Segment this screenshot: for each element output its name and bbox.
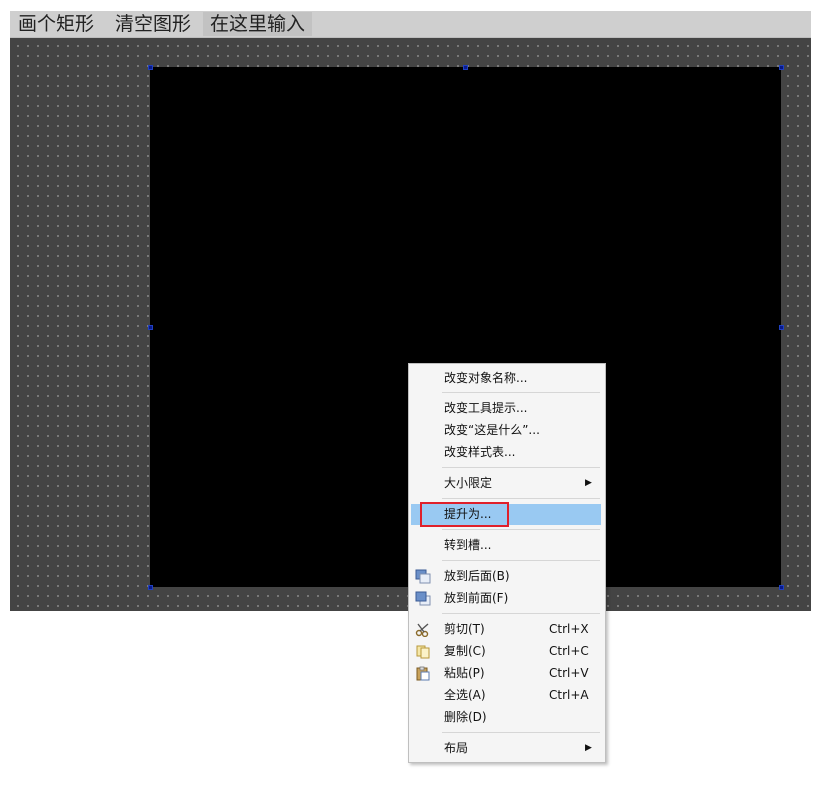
toolbar: 画个矩形 清空图形 在这里输入 bbox=[10, 11, 811, 38]
menu-item-label: 转到槽... bbox=[444, 538, 492, 552]
resize-handle-bottom-left[interactable] bbox=[148, 585, 153, 590]
menu-item-change-stylesheet[interactable]: 改变样式表... bbox=[411, 442, 601, 463]
menu-separator bbox=[442, 613, 600, 614]
menu-item-label: 大小限定 bbox=[444, 476, 493, 490]
scissors-icon bbox=[415, 623, 429, 637]
menu-separator bbox=[442, 560, 600, 561]
menu-item-label: 复制(C) bbox=[444, 644, 486, 658]
clear-shapes-button[interactable]: 清空图形 bbox=[115, 11, 191, 37]
menu-item-shortcut: Ctrl+C bbox=[549, 644, 589, 658]
menu-item-rename[interactable]: 改变对象名称... bbox=[411, 368, 601, 389]
menu-item-send-to-back[interactable]: 放到后面(B) bbox=[411, 566, 601, 587]
menu-item-label: 改变工具提示... bbox=[444, 401, 528, 415]
menu-item-label: 改变样式表... bbox=[444, 445, 516, 459]
menu-item-label: 粘贴(P) bbox=[444, 666, 485, 680]
menu-separator bbox=[442, 732, 600, 733]
menu-item-bring-to-front[interactable]: 放到前面(F) bbox=[411, 588, 601, 609]
resize-handle-top-left[interactable] bbox=[148, 65, 153, 70]
menu-item-shortcut: Ctrl+X bbox=[549, 622, 589, 636]
menu-item-go-to-slot[interactable]: 转到槽... bbox=[411, 535, 601, 556]
menu-separator bbox=[442, 498, 600, 499]
menu-separator bbox=[442, 467, 600, 468]
menu-item-label: 改变“这是什么”... bbox=[444, 423, 540, 437]
context-menu: 改变对象名称... 改变工具提示... 改变“这是什么”... 改变样式表...… bbox=[408, 363, 606, 763]
menu-item-label: 剪切(T) bbox=[444, 622, 485, 636]
menu-item-delete[interactable]: 删除(D) bbox=[411, 707, 601, 728]
menu-item-copy[interactable]: 复制(C) Ctrl+C bbox=[411, 641, 601, 662]
menu-item-shortcut: Ctrl+A bbox=[549, 688, 589, 702]
menu-item-label: 布局 bbox=[444, 741, 469, 755]
resize-handle-top-middle[interactable] bbox=[463, 65, 468, 70]
menu-item-change-whatsthis[interactable]: 改变“这是什么”... bbox=[411, 420, 601, 441]
menu-item-label: 删除(D) bbox=[444, 710, 487, 724]
menu-separator bbox=[442, 392, 600, 393]
submenu-arrow-icon: ▶ bbox=[585, 478, 592, 488]
menu-item-label: 放到前面(F) bbox=[444, 591, 509, 605]
menu-item-select-all[interactable]: 全选(A) Ctrl+A bbox=[411, 685, 601, 706]
resize-handle-top-right[interactable] bbox=[779, 65, 784, 70]
menu-item-label: 改变对象名称... bbox=[444, 371, 528, 385]
menu-item-shortcut: Ctrl+V bbox=[549, 666, 589, 680]
menu-separator bbox=[442, 529, 600, 530]
bring-to-front-icon bbox=[415, 591, 431, 606]
menu-item-layout[interactable]: 布局 ▶ bbox=[411, 738, 601, 759]
resize-handle-middle-right[interactable] bbox=[779, 325, 784, 330]
resize-handle-bottom-right[interactable] bbox=[779, 585, 784, 590]
submenu-arrow-icon: ▶ bbox=[585, 743, 592, 753]
menu-item-cut[interactable]: 剪切(T) Ctrl+X bbox=[411, 619, 601, 640]
send-to-back-icon bbox=[415, 569, 431, 584]
draw-rect-button[interactable]: 画个矩形 bbox=[18, 11, 94, 37]
highlight-box bbox=[420, 502, 509, 527]
designer-canvas: 画个矩形 清空图形 在这里输入 改变对象名称... 改变工具提示... 改变“这… bbox=[0, 0, 825, 789]
menu-item-label: 全选(A) bbox=[444, 688, 486, 702]
menu-item-change-tooltip[interactable]: 改变工具提示... bbox=[411, 398, 601, 419]
paste-icon bbox=[416, 666, 430, 681]
menu-item-paste[interactable]: 粘贴(P) Ctrl+V bbox=[411, 663, 601, 684]
copy-icon bbox=[416, 645, 430, 659]
menu-item-label: 放到后面(B) bbox=[444, 569, 510, 583]
resize-handle-middle-left[interactable] bbox=[148, 325, 153, 330]
text-input[interactable]: 在这里输入 bbox=[203, 12, 313, 36]
menu-item-size-constraints[interactable]: 大小限定 ▶ bbox=[411, 473, 601, 494]
